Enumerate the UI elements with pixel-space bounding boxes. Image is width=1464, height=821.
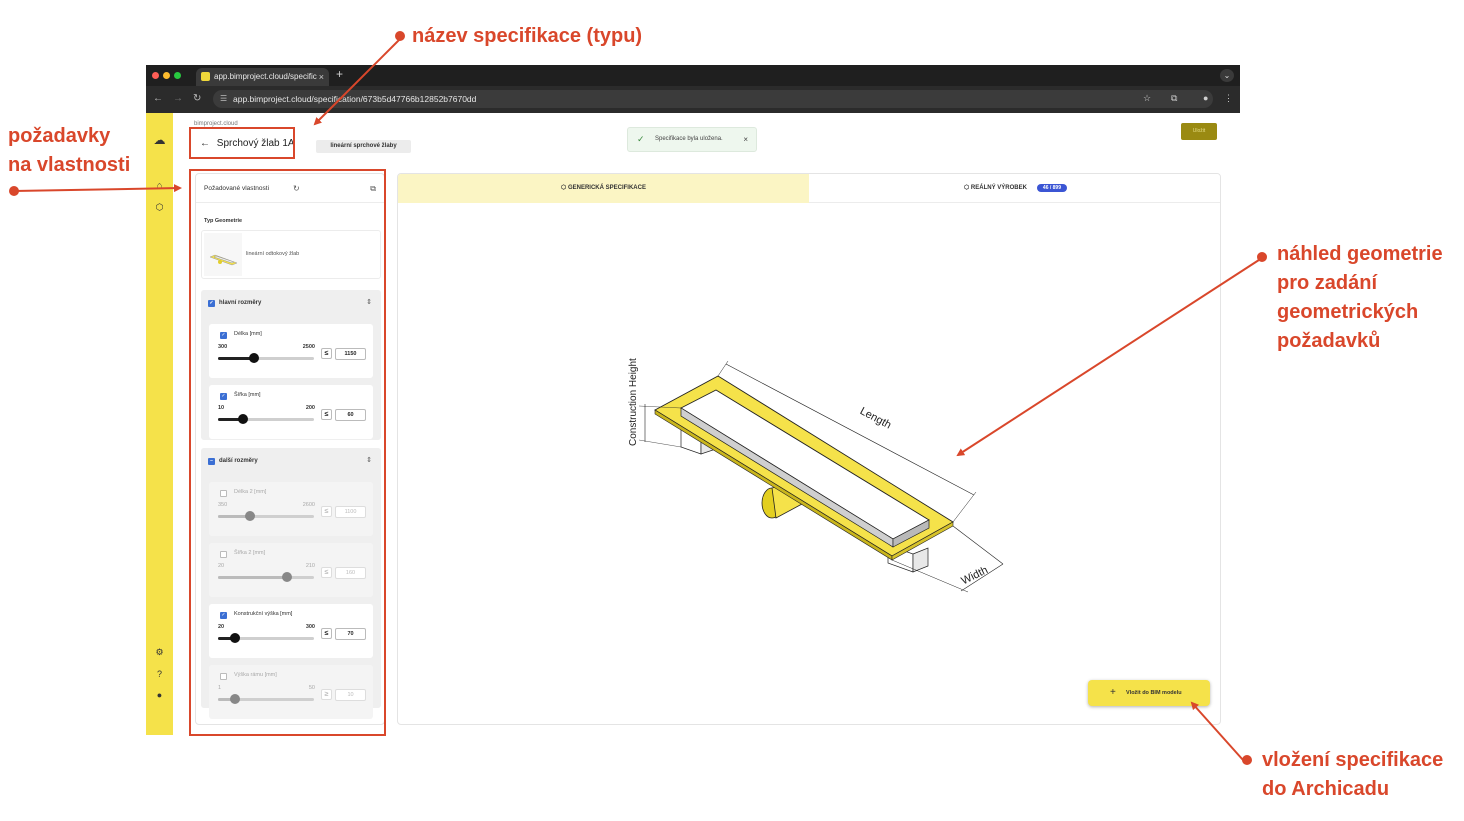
tab-title: app.bimproject.cloud/specific	[214, 72, 317, 81]
browser-tabbar: app.bimproject.cloud/specific × + ⌄	[146, 65, 1240, 86]
minimize-window-button[interactable]	[163, 72, 170, 79]
browser-toolbar: ← → ↻ ☰ app.bimproject.cloud/specificati…	[146, 86, 1240, 113]
url-text: app.bimproject.cloud/specification/673b5…	[233, 94, 477, 104]
bookmark-star-icon[interactable]: ☆	[1143, 93, 1151, 104]
dim-width: Width	[959, 564, 990, 587]
browser-menu-icon[interactable]: ⋮	[1224, 93, 1233, 104]
annotation-insert-line1: vložení specifikace	[1262, 749, 1444, 771]
annotation-properties-line1: požadavky	[8, 125, 111, 147]
tab-close-icon[interactable]: ×	[319, 68, 324, 86]
save-button[interactable]: Uložit	[1181, 123, 1217, 140]
toast-close-icon[interactable]: ×	[743, 128, 748, 151]
address-bar[interactable]: ☰ app.bimproject.cloud/specification/673…	[213, 90, 1213, 108]
insert-button-label: Vložit do BIM modelu	[1126, 690, 1182, 696]
annotation-dot	[1242, 755, 1252, 765]
annotation-preview: náhled geometrie pro zadání geometrickýc…	[1277, 240, 1443, 356]
cloud-logo-icon[interactable]: ☁	[146, 133, 173, 147]
annotation-dot	[1257, 252, 1267, 262]
annotation-preview-line4: požadavků	[1277, 330, 1381, 352]
annotation-spec-name: název specifikace (typu)	[412, 25, 643, 47]
annotation-properties-line2: na vlastnosti	[8, 154, 131, 176]
geometry-preview: Length Width Construction Height	[628, 358, 1004, 593]
annotation-insert: vložení specifikace do Archicadu	[1262, 746, 1443, 804]
tab-search-icon[interactable]: ⌄	[1220, 69, 1234, 82]
extensions-icon[interactable]: ⧉	[1171, 93, 1177, 104]
preview-panel: ⬡ GENERICKÁ SPECIFIKACE ⬡ REÁLNÝ VÝROBEK…	[397, 173, 1221, 725]
insert-into-bim-button[interactable]: + Vložit do BIM modelu	[1088, 680, 1210, 706]
annotation-preview-line1: náhled geometrie	[1277, 243, 1443, 265]
close-window-button[interactable]	[152, 72, 159, 79]
browser-tab[interactable]: app.bimproject.cloud/specific ×	[196, 68, 329, 86]
reload-icon[interactable]: ↻	[193, 93, 201, 104]
site-info-icon[interactable]: ☰	[220, 90, 227, 108]
plus-icon: +	[1110, 687, 1116, 698]
favicon-icon	[201, 72, 210, 81]
account-icon[interactable]: ●	[146, 690, 173, 700]
annotation-box-title	[189, 127, 295, 159]
annotation-dot	[395, 31, 405, 41]
maximize-window-button[interactable]	[174, 72, 181, 79]
toast-text: Specifikace byla uložena.	[655, 136, 723, 142]
saved-toast: ✓ Specifikace byla uložena. ×	[627, 127, 757, 152]
category-chip[interactable]: lineární sprchové žlaby	[316, 140, 411, 153]
annotation-preview-line3: geometrických	[1277, 301, 1419, 323]
new-tab-button[interactable]: +	[336, 67, 343, 81]
forward-icon[interactable]: →	[173, 93, 183, 104]
cube-icon[interactable]: ⬡	[146, 202, 173, 213]
annotation-preview-line2: pro zadání	[1277, 272, 1378, 294]
annotation-properties: požadavky na vlastnosti	[8, 122, 130, 180]
dim-construction-height: Construction Height	[628, 358, 639, 446]
check-circle-icon: ✓	[637, 134, 645, 144]
annotation-box-properties	[189, 169, 386, 736]
annotation-dot	[9, 186, 19, 196]
side-rail: ☁ ⌂ ⬡ ⚙ ? ●	[146, 113, 173, 735]
help-icon[interactable]: ?	[146, 669, 173, 679]
dim-length: Length	[858, 405, 893, 431]
profile-icon[interactable]: ●	[1203, 93, 1208, 103]
home-icon[interactable]: ⌂	[146, 180, 173, 190]
back-icon[interactable]: ←	[153, 93, 163, 104]
settings-gear-icon[interactable]: ⚙	[146, 647, 173, 658]
annotation-insert-line2: do Archicadu	[1262, 778, 1390, 800]
